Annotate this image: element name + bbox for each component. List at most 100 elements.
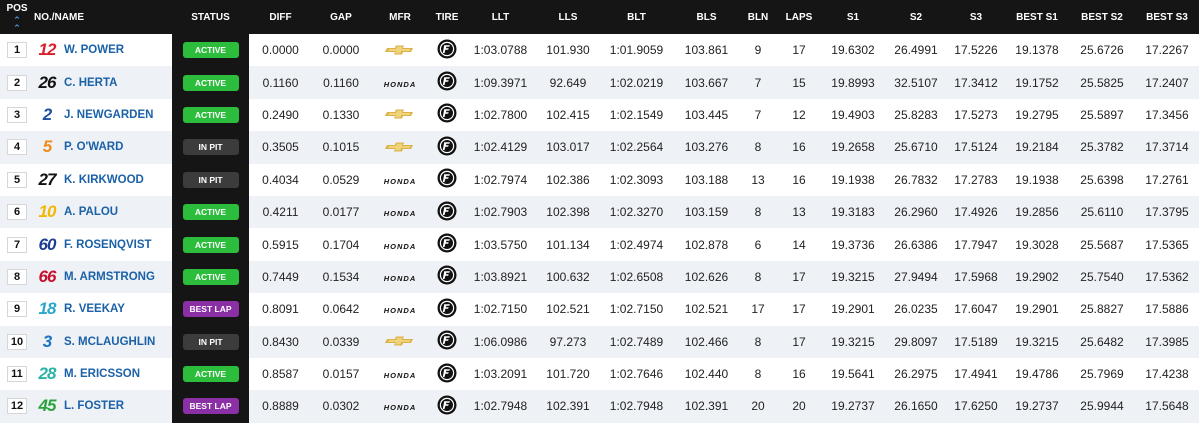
driver-name-link[interactable]: M. ARMSTRONG — [64, 271, 155, 283]
header-diff[interactable]: DIFF — [249, 0, 312, 34]
driver-name-link[interactable]: F. ROSENQVIST — [64, 239, 152, 251]
driver-cell[interactable]: 28 M. ERICSSON — [34, 358, 172, 390]
table-row[interactable]: 4 5 P. O'WARD IN PIT 0.3505 0.1015 1:02.4129 10… — [0, 131, 1199, 164]
driver-name-link[interactable]: R. VEEKAY — [64, 303, 125, 315]
header-bls[interactable]: BLS — [674, 0, 739, 34]
driver-name-link[interactable]: K. KIRKWOOD — [64, 174, 144, 186]
position-cell: 1 — [0, 34, 34, 66]
llt-cell: 1:02.7948 — [473, 399, 528, 414]
driver-name-link[interactable]: C. HERTA — [64, 77, 117, 89]
driver-name-link[interactable]: J. NEWGARDEN — [64, 109, 153, 121]
table-row[interactable]: 5 27 K. KIRKWOOD IN PIT 0.4034 0.0529 HONDA 1:0… — [0, 163, 1199, 196]
table-row[interactable]: 12 45 L. FOSTER BEST LAP 0.8889 0.0302 HONDA 1:… — [0, 390, 1199, 423]
header-bln[interactable]: BLN — [739, 0, 777, 34]
car-number: 12 — [38, 40, 57, 60]
laps-cell: 15 — [792, 75, 806, 90]
laps-cell: 20 — [792, 399, 806, 414]
position-cell: 3 — [0, 99, 34, 131]
header-s1[interactable]: S1 — [821, 0, 885, 34]
best-s2-cell: 25.7540 — [1080, 269, 1124, 284]
driver-cell[interactable]: 66 M. ARMSTRONG — [34, 261, 172, 293]
car-number: 66 — [38, 266, 57, 286]
driver-cell[interactable]: 60 F. ROSENQVIST — [34, 228, 172, 260]
s1-cell: 19.3736 — [831, 237, 875, 252]
status-badge: BEST LAP — [182, 398, 239, 415]
s1-cell: 19.6302 — [831, 43, 875, 58]
driver-cell[interactable]: 5 P. O'WARD — [34, 131, 172, 163]
firestone-tire-icon — [437, 39, 457, 62]
driver-cell[interactable]: 10 A. PALOU — [34, 196, 172, 228]
s1-cell: 19.2658 — [831, 140, 875, 155]
s2-cell: 26.0235 — [894, 302, 938, 317]
driver-name-link[interactable]: P. O'WARD — [64, 141, 123, 153]
header-pos[interactable]: POS ⌃ ⌃ — [0, 0, 34, 34]
header-best-s3[interactable]: BEST S3 — [1135, 0, 1199, 34]
header-s2[interactable]: S2 — [885, 0, 947, 34]
table-row[interactable]: 10 3 S. MCLAUGHLIN IN PIT 0.8430 0.0339 1:06.0… — [0, 325, 1199, 358]
header-best-s1[interactable]: BEST S1 — [1005, 0, 1069, 34]
driver-cell[interactable]: 27 K. KIRKWOOD — [34, 164, 172, 196]
table-row[interactable]: 3 2 J. NEWGARDEN ACTIVE 0.2490 0.1330 1:02.780… — [0, 98, 1199, 132]
position-cell: 6 — [0, 196, 34, 228]
driver-name-link[interactable]: A. PALOU — [64, 206, 118, 218]
chevrolet-logo — [385, 141, 415, 155]
driver-name-link[interactable]: W. POWER — [64, 44, 124, 56]
header-gap[interactable]: GAP — [312, 0, 370, 34]
table-row[interactable]: 8 66 M. ARMSTRONG ACTIVE 0.7449 0.1534 HONDA 1:… — [0, 260, 1199, 294]
header-best-s2[interactable]: BEST S2 — [1069, 0, 1135, 34]
driver-cell[interactable]: 3 S. MCLAUGHLIN — [34, 326, 172, 358]
best-s2-cell: 25.5825 — [1080, 75, 1124, 90]
car-number: 5 — [42, 137, 52, 157]
bln-cell: 8 — [754, 367, 762, 382]
status-cell: ACTIVE — [172, 260, 249, 294]
tire-cell — [430, 66, 464, 98]
chevron-double-up-icon[interactable]: ⌃ ⌃ — [0, 15, 34, 32]
gap-cell: 0.0302 — [322, 399, 360, 414]
blt-cell: 1:02.6508 — [609, 269, 664, 284]
blt-cell: 1:01.9059 — [609, 43, 664, 58]
s3-cell: 17.4926 — [954, 205, 998, 220]
bls-cell: 102.466 — [684, 334, 729, 349]
driver-cell[interactable]: 26 C. HERTA — [34, 66, 172, 98]
s1-cell: 19.3215 — [831, 334, 875, 349]
bln-cell: 8 — [754, 334, 762, 349]
driver-name-link[interactable]: M. ERICSSON — [64, 368, 140, 380]
chevrolet-logo — [385, 108, 415, 122]
table-row[interactable]: 6 10 A. PALOU ACTIVE 0.4211 0.0177 HONDA 1:02.7… — [0, 195, 1199, 229]
header-llt[interactable]: LLT — [464, 0, 537, 34]
best-s1-cell: 19.2737 — [1015, 399, 1059, 414]
header-laps[interactable]: LAPS — [777, 0, 821, 34]
best-s3-cell: 17.2267 — [1145, 43, 1189, 58]
table-row[interactable]: 1 12 W. POWER ACTIVE 0.0000 0.0000 1:03.0788 10… — [0, 34, 1199, 67]
s1-cell: 19.1938 — [831, 172, 875, 187]
header-s3[interactable]: S3 — [947, 0, 1005, 34]
header-tire[interactable]: TIRE — [430, 0, 464, 34]
status-cell: IN PIT — [172, 325, 249, 358]
driver-name-link[interactable]: L. FOSTER — [64, 400, 124, 412]
firestone-tire-icon — [437, 233, 457, 256]
table-row[interactable]: 7 60 F. ROSENQVIST ACTIVE 0.5915 0.1704 HONDA 1… — [0, 228, 1199, 261]
driver-cell[interactable]: 18 R. VEEKAY — [34, 293, 172, 325]
header-name[interactable]: NO./NAME — [34, 0, 172, 34]
header-status[interactable]: STATUS — [172, 0, 249, 34]
driver-cell[interactable]: 12 W. POWER — [34, 34, 172, 66]
honda-logo: HONDA — [383, 79, 417, 89]
status-cell: ACTIVE — [172, 66, 249, 99]
lls-cell: 102.386 — [546, 172, 590, 187]
header-blt[interactable]: BLT — [599, 0, 674, 34]
driver-cell[interactable]: 2 J. NEWGARDEN — [34, 99, 172, 131]
s3-cell: 17.5189 — [954, 334, 998, 349]
mfr-cell: HONDA — [370, 293, 430, 325]
driver-cell[interactable]: 45 L. FOSTER — [34, 390, 172, 422]
blt-cell: 1:02.7948 — [609, 399, 664, 414]
best-s1-cell: 19.2902 — [1015, 269, 1059, 284]
table-row[interactable]: 2 26 C. HERTA ACTIVE 0.1160 0.1160 HONDA 1:09.3… — [0, 66, 1199, 99]
header-mfr[interactable]: MFR — [370, 0, 430, 34]
table-row[interactable]: 11 28 M. ERICSSON ACTIVE 0.8587 0.0157 HONDA 1:… — [0, 357, 1199, 391]
table-row[interactable]: 9 18 R. VEEKAY BEST LAP 0.8091 0.0642 HONDA 1:0… — [0, 293, 1199, 326]
header-lls[interactable]: LLS — [537, 0, 599, 34]
firestone-tire-icon — [437, 103, 457, 126]
tire-cell — [430, 261, 464, 293]
position-cell: 2 — [0, 66, 34, 98]
driver-name-link[interactable]: S. MCLAUGHLIN — [64, 336, 155, 348]
